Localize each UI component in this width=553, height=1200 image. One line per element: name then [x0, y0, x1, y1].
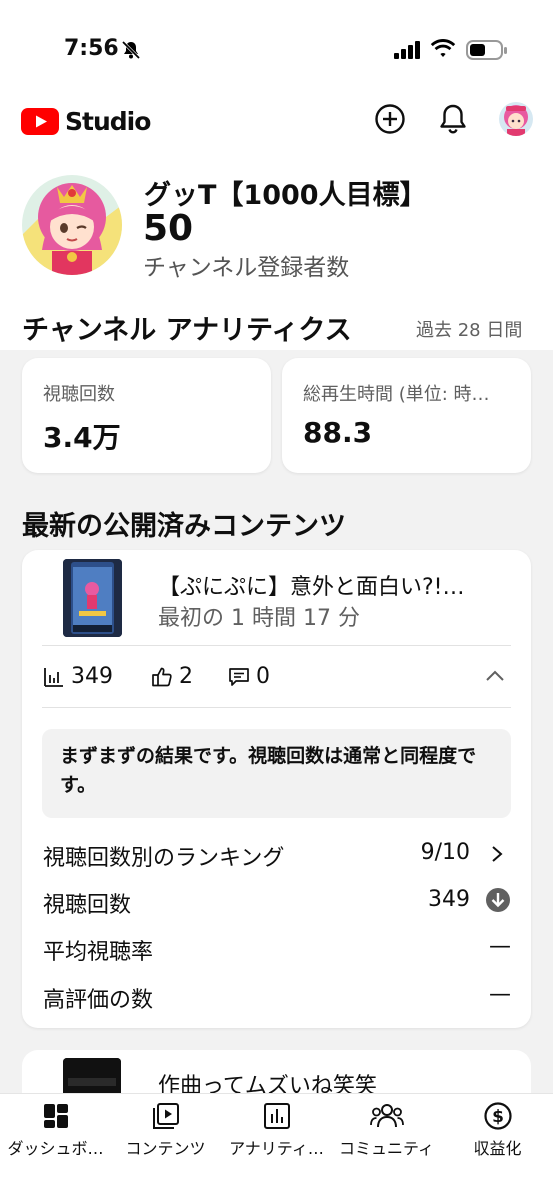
analytics-period: 過去 28 日間: [416, 320, 523, 341]
dashboard-icon: [43, 1104, 68, 1128]
analytics-icon: [263, 1103, 290, 1129]
nav-analytics[interactable]: アナリティ…: [221, 1096, 332, 1159]
bar-chart-icon: [44, 667, 63, 687]
metric-label: 総再生時間 (単位: 時…: [303, 384, 490, 405]
likes-row-label: 高評価の数: [43, 988, 154, 1013]
nav-label: 収益化: [473, 1139, 522, 1158]
nav-label: コミュニティ: [338, 1139, 435, 1158]
subscriber-count: 50: [143, 208, 194, 249]
logo-text: Studio: [65, 107, 151, 136]
avg-view-rate-value: —: [489, 934, 511, 959]
collapse-button[interactable]: [484, 668, 506, 688]
ranking-value: 9/10: [420, 840, 470, 865]
likes-row-value: —: [489, 982, 511, 1007]
video-time-window: 最初の 1 時間 17 分: [158, 606, 360, 631]
content-icon: [152, 1103, 179, 1129]
monetization-icon: $: [483, 1102, 512, 1130]
next-video-thumbnail[interactable]: [63, 1058, 121, 1098]
youtube-studio-logo[interactable]: Studio: [21, 107, 151, 136]
metric-value: 3.4万: [43, 421, 121, 454]
views-stat: 349: [43, 664, 113, 689]
likes-count: 2: [179, 664, 193, 689]
community-icon: [369, 1104, 404, 1128]
notifications-button[interactable]: [436, 102, 470, 136]
nav-content[interactable]: コンテンツ: [110, 1096, 221, 1159]
nav-label: ダッシュボ…: [7, 1139, 104, 1158]
comments-count: 0: [256, 664, 270, 689]
create-button[interactable]: [373, 102, 407, 136]
channel-avatar[interactable]: [22, 175, 122, 275]
svg-text:$: $: [492, 1107, 504, 1127]
status-time: 7:56: [64, 36, 119, 61]
divider: [42, 707, 511, 708]
cellular-signal-icon: [394, 41, 422, 63]
views-row-label: 視聴回数: [43, 893, 132, 918]
avg-view-rate-label: 平均視聴率: [43, 940, 154, 965]
account-avatar[interactable]: [499, 102, 533, 136]
analytics-title: チャンネル アナリティクス: [22, 315, 352, 346]
chevron-up-icon: [486, 670, 504, 681]
likes-stat: 2: [151, 664, 193, 689]
metric-value: 88.3: [303, 416, 373, 449]
thumbs-up-icon: [152, 667, 172, 686]
latest-content-title: 最新の公開済みコンテンツ: [22, 511, 346, 542]
views-count: 349: [71, 664, 113, 689]
nav-community[interactable]: コミュニティ: [331, 1096, 442, 1159]
nav-label: アナリティ…: [229, 1139, 324, 1158]
wifi-icon: [430, 38, 456, 62]
youtube-logo-icon: [21, 108, 59, 135]
arrow-down-circle-icon: [486, 888, 510, 916]
performance-insight: まずまずの結果です。視聴回数は通常と同程度です。: [42, 729, 511, 818]
nav-label: コンテンツ: [125, 1139, 206, 1158]
views-metric-card[interactable]: 視聴回数 3.4万: [22, 358, 271, 473]
video-title[interactable]: 【ぷにぷに】意外と面白い?!…: [158, 569, 465, 601]
video-thumbnail[interactable]: [63, 559, 122, 637]
chevron-right-icon[interactable]: [490, 845, 504, 867]
battery-icon: [466, 39, 508, 65]
subscriber-label: チャンネル登録者数: [143, 255, 350, 281]
metric-label: 視聴回数: [43, 384, 115, 405]
add-circle-icon: [375, 104, 405, 134]
ranking-label[interactable]: 視聴回数別のランキング: [43, 840, 284, 872]
divider: [42, 645, 511, 646]
comments-stat: 0: [228, 664, 270, 689]
views-row-value: 349: [428, 887, 470, 912]
bell-icon: [440, 104, 466, 134]
channel-name: グッT【1000人目標】: [144, 180, 427, 211]
bell-off-icon: [121, 40, 141, 64]
watch-time-metric-card[interactable]: 総再生時間 (単位: 時… 88.3: [282, 358, 531, 473]
nav-dashboard[interactable]: ダッシュボ…: [0, 1096, 111, 1159]
nav-monetization[interactable]: $ 収益化: [442, 1096, 553, 1159]
comment-icon: [229, 667, 249, 686]
